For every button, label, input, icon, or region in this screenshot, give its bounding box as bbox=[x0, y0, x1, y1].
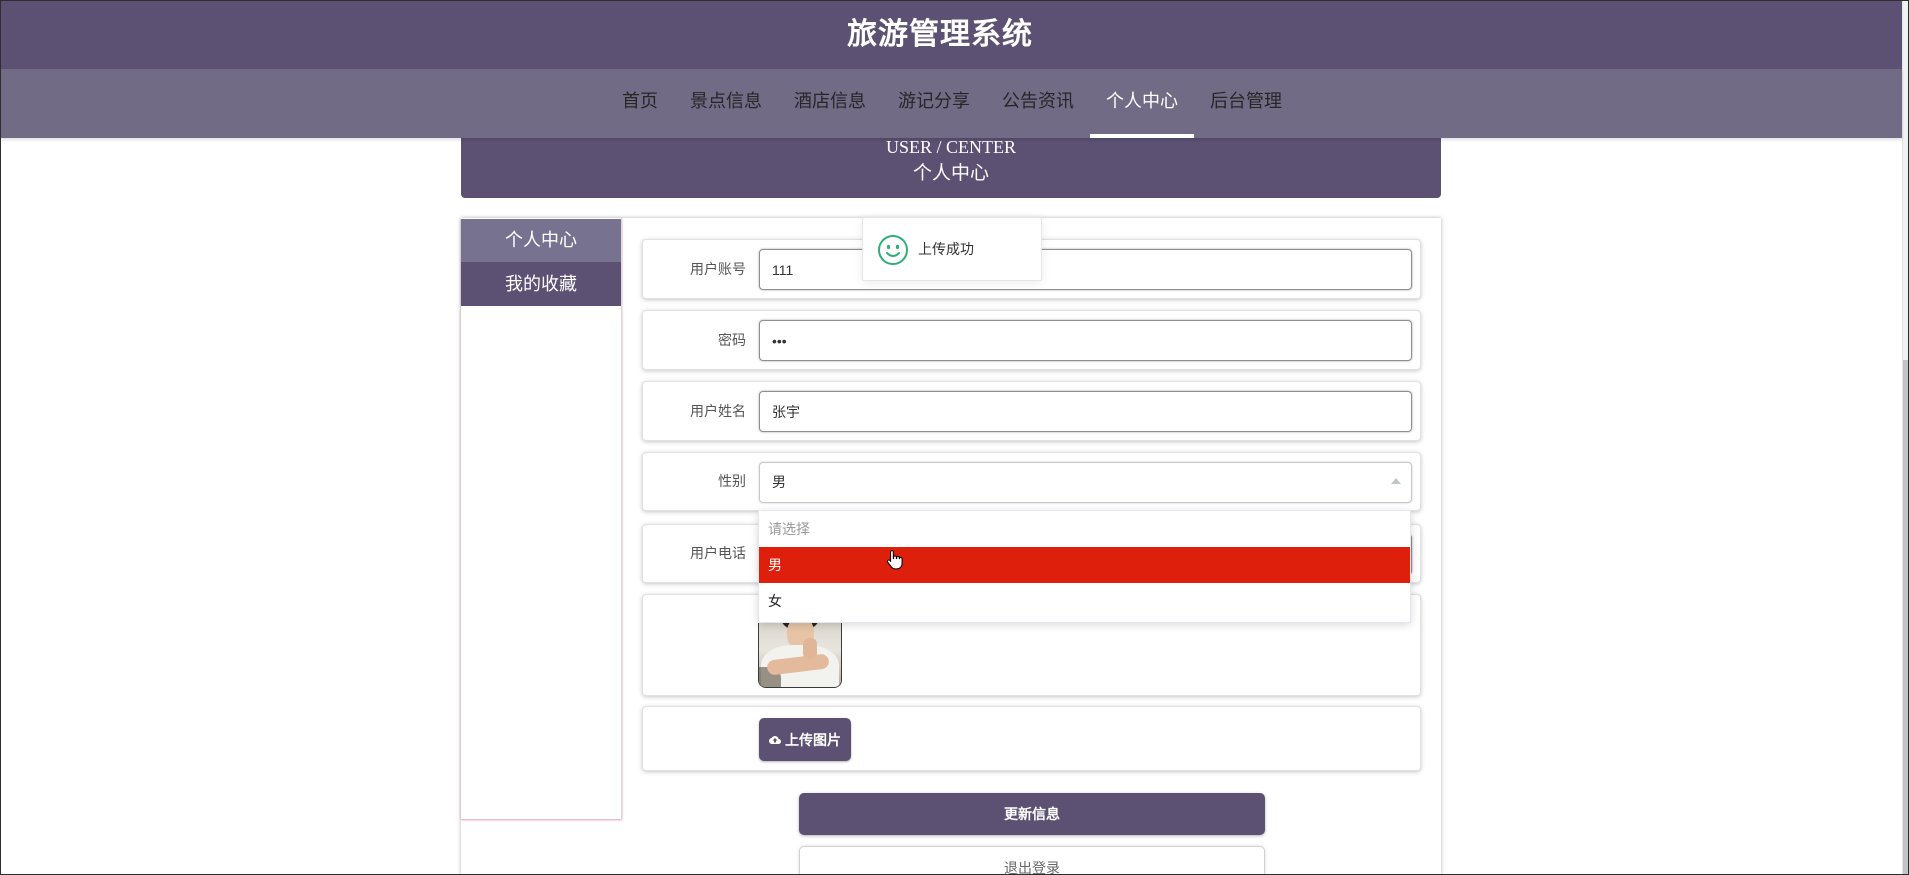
gender-option-male[interactable]: 男 bbox=[759, 547, 1410, 583]
caret-up-icon bbox=[1391, 478, 1401, 484]
nav-item-user-center[interactable]: 个人中心 bbox=[1090, 69, 1194, 138]
gender-dropdown: 请选择 男 女 bbox=[758, 510, 1411, 623]
scrollbar-thumb[interactable] bbox=[1903, 360, 1909, 875]
photo-hand bbox=[803, 638, 817, 659]
upload-success-toast: 上传成功 bbox=[862, 217, 1042, 281]
user-center-panel: 个人中心 我的收藏 用户账号 密码 用户姓名 性别 男 用户电话 bbox=[461, 218, 1441, 875]
upload-button-label: 上传图片 bbox=[785, 731, 841, 748]
nav-item-announcements[interactable]: 公告资讯 bbox=[986, 69, 1090, 138]
form-row-password: 密码 bbox=[642, 310, 1421, 370]
sidebar-item-favorites[interactable]: 我的收藏 bbox=[461, 262, 621, 306]
gender-label: 性别 bbox=[718, 473, 746, 489]
logout-button[interactable]: 退出登录 bbox=[799, 846, 1265, 875]
hand-pointer-icon bbox=[886, 550, 903, 570]
banner-title-en: USER / CENTER bbox=[885, 137, 1016, 157]
main-nav: 首页 景点信息 酒店信息 游记分享 公告资讯 个人中心 后台管理 bbox=[0, 69, 1902, 138]
nav-list: 首页 景点信息 酒店信息 游记分享 公告资讯 个人中心 后台管理 bbox=[606, 69, 1298, 138]
top-header: 旅游管理系统 bbox=[0, 0, 1902, 69]
nav-item-attractions[interactable]: 景点信息 bbox=[674, 69, 778, 138]
gender-select[interactable]: 男 bbox=[759, 462, 1412, 503]
form-row-name: 用户姓名 bbox=[642, 381, 1421, 441]
section-banner: USER / CENTER 个人中心 bbox=[461, 138, 1441, 198]
gender-option-female[interactable]: 女 bbox=[759, 583, 1410, 619]
form-row-upload: 上传图片 bbox=[642, 706, 1421, 771]
name-label: 用户姓名 bbox=[690, 403, 746, 419]
smile-icon bbox=[878, 235, 908, 265]
gender-select-value: 男 bbox=[772, 474, 786, 490]
account-label: 用户账号 bbox=[690, 261, 746, 277]
banner-title-cn: 个人中心 bbox=[912, 163, 989, 184]
cloud-upload-icon bbox=[769, 735, 781, 744]
sidebar: 个人中心 我的收藏 bbox=[461, 218, 622, 819]
phone-label: 用户电话 bbox=[690, 545, 746, 561]
account-input[interactable] bbox=[759, 249, 1412, 290]
nav-item-hotels[interactable]: 酒店信息 bbox=[778, 69, 882, 138]
name-input[interactable] bbox=[759, 391, 1412, 432]
password-input[interactable] bbox=[759, 320, 1412, 361]
toast-message: 上传成功 bbox=[918, 241, 974, 257]
upload-image-button[interactable]: 上传图片 bbox=[759, 718, 851, 761]
app-title: 旅游管理系统 bbox=[847, 18, 1033, 51]
update-info-button[interactable]: 更新信息 bbox=[799, 793, 1265, 835]
nav-item-admin[interactable]: 后台管理 bbox=[1194, 69, 1298, 138]
sidebar-item-user-center[interactable]: 个人中心 bbox=[461, 219, 621, 262]
nav-item-travel-notes[interactable]: 游记分享 bbox=[882, 69, 986, 138]
gender-option-placeholder[interactable]: 请选择 bbox=[759, 511, 1410, 547]
nav-item-home[interactable]: 首页 bbox=[606, 69, 674, 138]
password-label: 密码 bbox=[718, 332, 746, 348]
page: 旅游管理系统 首页 景点信息 酒店信息 游记分享 公告资讯 个人中心 后台管理 … bbox=[0, 0, 1909, 875]
form-row-gender: 性别 男 bbox=[642, 452, 1421, 511]
